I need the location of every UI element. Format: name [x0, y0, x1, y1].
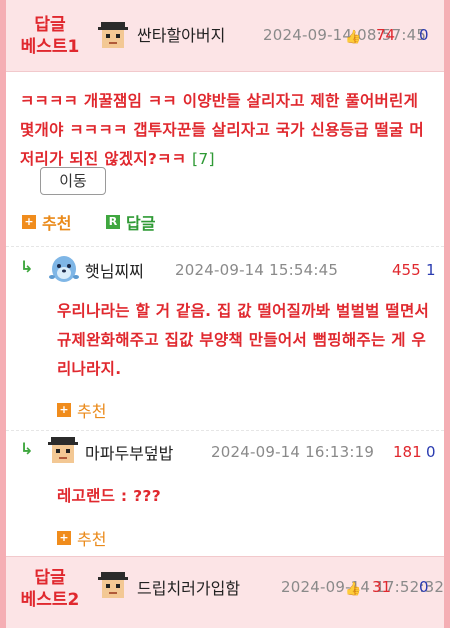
comment-text: ㅋㅋㅋㅋ 개꿀잼임 ㅋㅋ 이양반들 살리자고 제한 풀어버린게 몇개야 ㅋㅋㅋㅋ… [20, 92, 424, 168]
best-comment-1-body: ㅋㅋㅋㅋ 개꿀잼임 ㅋㅋ 이양반들 살리자고 제한 풀어버린게 몇개야 ㅋㅋㅋㅋ… [20, 87, 430, 174]
comment-text: 우리나라는 할 거 같음. 집 값 떨어질까봐 벌벌벌 떨면서 규제완화해주고 … [57, 302, 430, 378]
recommend-label: 추천 [42, 214, 72, 233]
best-label-line2: 베스트2 [20, 590, 80, 610]
best-label-line1: 답글 [34, 15, 66, 35]
comment-text: 레고랜드 : ??? [57, 487, 162, 505]
move-button[interactable]: 이동 [40, 167, 106, 195]
author-name[interactable]: 드립치러가입함 [137, 575, 240, 599]
vote-down-count[interactable]: 0 [419, 578, 429, 596]
vote-up-count[interactable]: 455 [392, 261, 421, 279]
vote-up-value: 74 [376, 26, 396, 44]
blue-seal-avatar-icon [48, 253, 80, 283]
pixel-face-avatar-icon [98, 572, 128, 598]
recommend-label: 추천 [77, 530, 107, 549]
divider [6, 430, 444, 431]
pixel-face-avatar-icon [48, 437, 78, 463]
reply-label: 답글 [126, 214, 156, 233]
vote-up-count[interactable]: 181 [393, 443, 422, 461]
author-name[interactable]: 싼타할아버지 [137, 22, 225, 46]
vote-down-count[interactable]: 0 [426, 443, 436, 461]
vote-down-count[interactable]: 1 [426, 261, 436, 279]
plus-box-icon: + [57, 403, 71, 417]
divider [6, 246, 444, 247]
post-date: 2024-09-14 15:54:45 [175, 261, 339, 279]
plus-box-icon: + [22, 215, 36, 229]
reply-arrow-icon: ↳ [20, 439, 34, 458]
recommend-button[interactable]: + 추천 [57, 526, 106, 550]
author-name[interactable]: 햇님찌찌 [85, 258, 144, 282]
vote-down-count[interactable]: 0 [419, 26, 429, 44]
recommend-label: 추천 [77, 402, 107, 421]
best-label-line1: 답글 [34, 568, 66, 588]
best-label-line2: 베스트1 [20, 37, 80, 57]
thumbs-up-icon[interactable]: 👍 [345, 30, 361, 45]
recommend-button[interactable]: + 추천 [57, 398, 106, 422]
plus-box-icon: + [57, 531, 71, 545]
reply-arrow-icon: ↳ [20, 257, 34, 276]
pixel-face-avatar-icon [98, 22, 128, 48]
vote-up-count[interactable]: 31 [372, 578, 391, 596]
r-box-icon: R [106, 215, 120, 229]
recommend-button[interactable]: + 추천 [22, 210, 71, 234]
reply-button[interactable]: R 답글 [106, 210, 155, 234]
reply-count: [7] [192, 150, 215, 168]
best-label: 답글 베스트1 [6, 14, 94, 58]
best-label: 답글 베스트2 [6, 567, 94, 611]
thumbs-up-icon[interactable]: 👍 [345, 582, 361, 597]
author-name[interactable]: 마파두부덮밥 [85, 440, 173, 464]
post-date: 2024-09-14 16:13:19 [211, 443, 375, 461]
